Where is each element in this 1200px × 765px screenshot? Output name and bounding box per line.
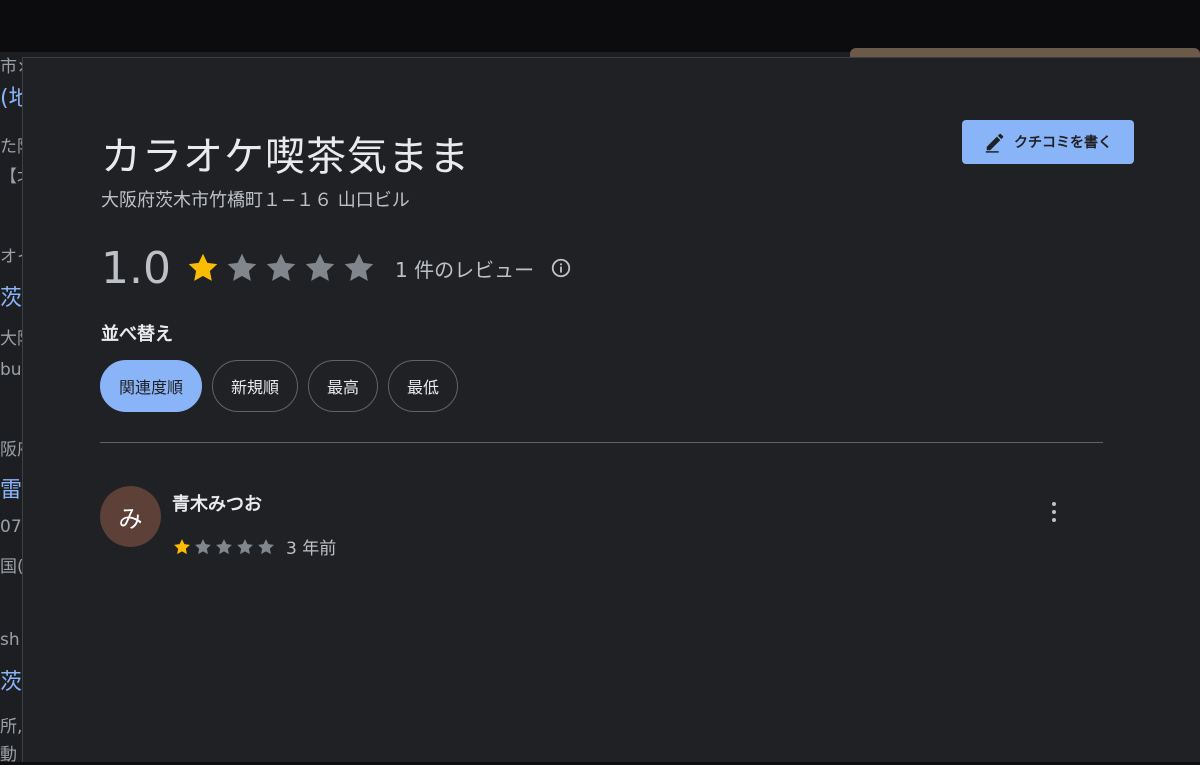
write-review-label: クチコミを書く <box>1014 135 1112 151</box>
info-icon[interactable] <box>550 257 572 279</box>
review-meta: 3 年前 <box>172 534 336 559</box>
more-dot <box>1052 518 1056 522</box>
bg-fragment: bu <box>0 360 22 380</box>
more-dot <box>1052 502 1056 506</box>
star-empty-icon <box>216 538 232 554</box>
bg-fragment: 所, 1 <box>0 717 22 737</box>
star-empty-icon <box>266 253 296 281</box>
avatar[interactable]: み <box>100 486 161 547</box>
bg-fragment: た阪 <box>0 137 22 157</box>
star-filled-icon <box>188 253 218 281</box>
reviewer-name[interactable]: 青木みつお <box>172 490 262 516</box>
star-empty-icon <box>305 253 335 281</box>
pencil-icon <box>985 133 1004 153</box>
rating-stars <box>185 250 377 286</box>
bg-fragment: 072 <box>0 517 22 537</box>
more-vert-icon[interactable] <box>1044 498 1064 526</box>
bg-fragment: 茨 <box>0 670 22 695</box>
place-name: カラオケ喫茶気まま <box>101 134 470 180</box>
star-empty-icon <box>227 253 257 281</box>
bg-fragment: 茨 <box>0 286 22 311</box>
sort-chip-relevance[interactable]: 関連度順 <box>100 360 203 412</box>
review-count: 1 件のレビュー <box>394 257 535 282</box>
bg-fragment: sh <box>0 630 20 650</box>
star-filled-icon <box>174 538 190 554</box>
bg-fragment: (地 <box>0 86 22 111</box>
bg-fragment: 動 <box>0 745 17 765</box>
review-stars <box>172 537 276 557</box>
sort-chip-newest[interactable]: 新規順 <box>212 360 299 412</box>
sort-chip-highest[interactable]: 最高 <box>308 360 379 412</box>
bg-fragment: 阪府 <box>0 440 22 460</box>
more-dot <box>1052 510 1056 514</box>
star-empty-icon <box>344 253 374 281</box>
bg-fragment: オイ <box>0 247 22 267</box>
rating-value: 1.0 <box>101 242 171 294</box>
bg-fragment: 雷 <box>0 478 22 503</box>
star-empty-icon <box>258 538 274 554</box>
review-time: 3 年前 <box>286 539 337 559</box>
bg-fragment: 市×喫茶店 <box>0 57 22 77</box>
sort-label: 並べ替え <box>101 324 173 345</box>
place-address: 大阪府茨木市竹橋町１−１６ 山口ビル <box>101 190 410 211</box>
divider <box>100 442 1103 443</box>
browser-top-strip <box>0 0 1200 52</box>
star-empty-icon <box>237 538 253 554</box>
star-empty-icon <box>195 538 211 554</box>
review-item: み 青木みつお 3 年前 <box>100 486 1100 566</box>
write-review-button[interactable]: クチコミを書く <box>962 120 1134 164</box>
bg-fragment: 【北 <box>0 167 22 187</box>
rating-summary: 1.0 1 件のレビュー <box>101 238 572 298</box>
sort-chip-lowest[interactable]: 最低 <box>388 360 459 412</box>
reviews-dialog: カラオケ喫茶気まま 大阪府茨木市竹橋町１−１６ 山口ビル クチコミを書く 1.0… <box>22 57 1200 762</box>
bg-fragment: 大阪 <box>0 329 22 349</box>
sort-chips: 関連度順 新規順 最高 最低 <box>100 360 459 412</box>
bg-fragment: 国( <box>0 557 22 577</box>
